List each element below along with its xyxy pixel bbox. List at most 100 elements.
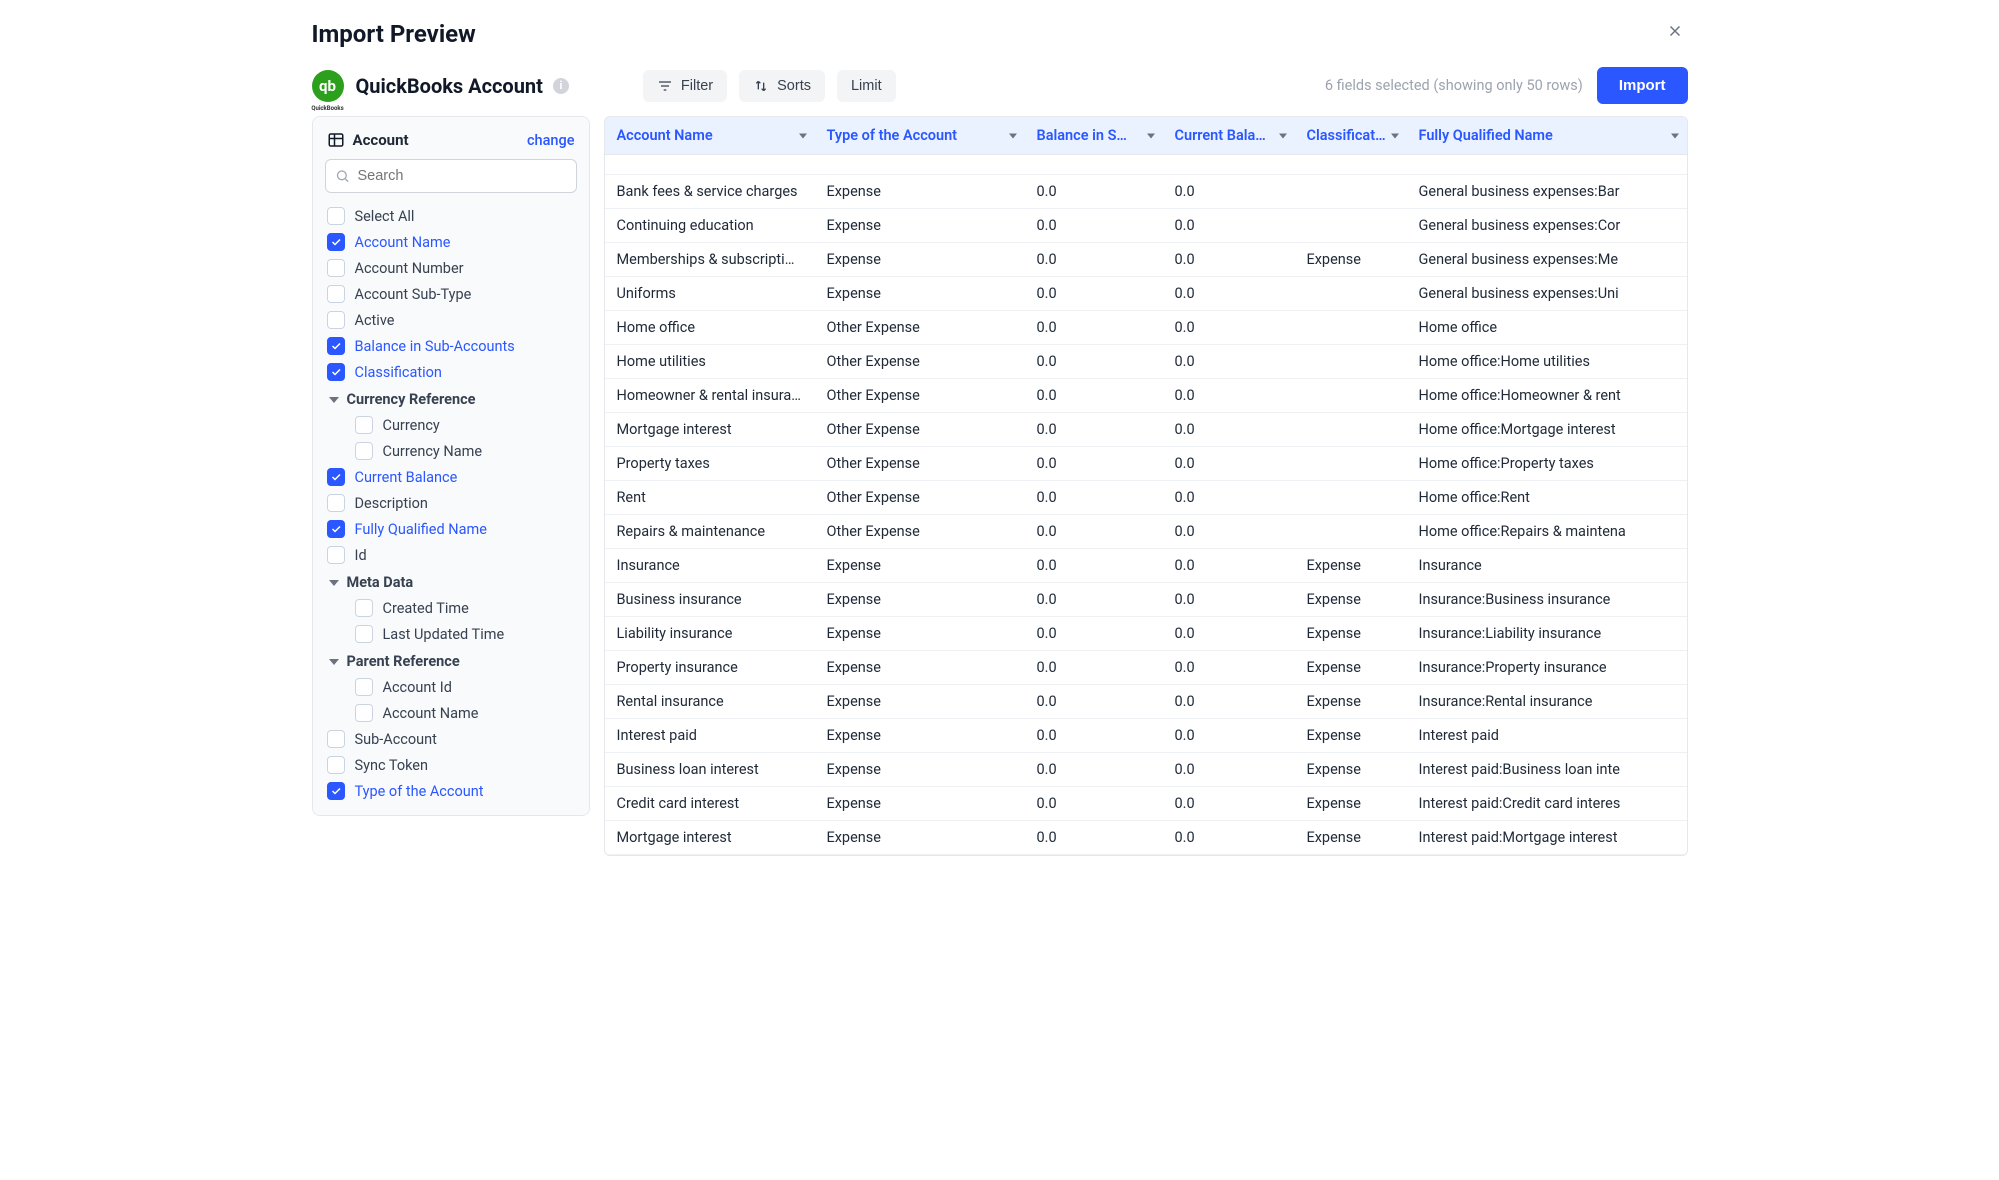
field-checkbox-item[interactable]: Currency bbox=[325, 412, 577, 438]
table-row[interactable]: Business loan interestExpense0.00.0Expen… bbox=[605, 753, 1687, 787]
import-button[interactable]: Import bbox=[1597, 67, 1688, 104]
cell-account-name: Insurance bbox=[605, 549, 815, 583]
field-checkbox-item[interactable]: Account Name bbox=[325, 229, 577, 255]
table-row[interactable]: Mortgage interestExpense0.00.0ExpenseInt… bbox=[605, 821, 1687, 855]
table-row[interactable]: Home officeOther Expense0.00.0Home offic… bbox=[605, 311, 1687, 345]
column-header[interactable]: Fully Qualified Name bbox=[1407, 117, 1687, 155]
table-row[interactable]: Interest paidExpense0.00.0ExpenseInteres… bbox=[605, 719, 1687, 753]
column-header[interactable]: Account Name bbox=[605, 117, 815, 155]
field-checkbox-item[interactable]: Last Updated Time bbox=[325, 621, 577, 647]
cell-account-name: Home office bbox=[605, 311, 815, 345]
filter-icon bbox=[657, 78, 673, 94]
cell-fqn: Insurance:Rental insurance bbox=[1407, 685, 1687, 719]
cell-current-balance: 0.0 bbox=[1163, 719, 1295, 753]
cell-fqn: General business expenses:Uni bbox=[1407, 277, 1687, 311]
field-group-header[interactable]: Parent Reference bbox=[325, 647, 577, 674]
table-row[interactable]: Repairs & maintenanceOther Expense0.00.0… bbox=[605, 515, 1687, 549]
cell-fqn: Home office:Repairs & maintena bbox=[1407, 515, 1687, 549]
table-row[interactable]: RentOther Expense0.00.0Home office:Rent bbox=[605, 481, 1687, 515]
cell-type: Other Expense bbox=[815, 515, 1025, 549]
field-checkbox-item[interactable]: Select All bbox=[325, 203, 577, 229]
field-checkbox-item[interactable]: Current Balance bbox=[325, 464, 577, 490]
table-row[interactable]: Mortgage interestOther Expense0.00.0Home… bbox=[605, 413, 1687, 447]
field-checkbox-item[interactable]: Active bbox=[325, 307, 577, 333]
table-row[interactable]: Liability insuranceExpense0.00.0ExpenseI… bbox=[605, 617, 1687, 651]
table-row[interactable]: Business insuranceExpense0.00.0ExpenseIn… bbox=[605, 583, 1687, 617]
field-checkbox-item[interactable]: Created Time bbox=[325, 595, 577, 621]
field-checkbox-item[interactable]: Account Id bbox=[325, 674, 577, 700]
sorts-button[interactable]: Sorts bbox=[739, 70, 825, 102]
field-group-header[interactable]: Meta Data bbox=[325, 568, 577, 595]
cell-classification: Expense bbox=[1295, 617, 1407, 651]
cell-balance-sub: 0.0 bbox=[1025, 549, 1163, 583]
info-icon[interactable]: i bbox=[553, 78, 569, 94]
filter-button[interactable]: Filter bbox=[643, 70, 727, 102]
cell-classification: Expense bbox=[1295, 821, 1407, 855]
cell-type: Expense bbox=[815, 277, 1025, 311]
cell-fqn: Insurance:Property insurance bbox=[1407, 651, 1687, 685]
cell-fqn: General business expenses:Me bbox=[1407, 243, 1687, 277]
cell-type: Expense bbox=[815, 549, 1025, 583]
field-group-header[interactable]: Currency Reference bbox=[325, 385, 577, 412]
field-checkbox-item[interactable]: Account Sub-Type bbox=[325, 281, 577, 307]
field-checkbox-item[interactable]: Account Name bbox=[325, 700, 577, 726]
field-checkbox-item[interactable]: Sync Token bbox=[325, 752, 577, 778]
cell-balance-sub: 0.0 bbox=[1025, 787, 1163, 821]
field-checkbox-item[interactable]: Type of the Account bbox=[325, 778, 577, 804]
cell-balance-sub: 0.0 bbox=[1025, 175, 1163, 209]
limit-button[interactable]: Limit bbox=[837, 70, 896, 102]
cell-classification bbox=[1295, 345, 1407, 379]
close-button[interactable] bbox=[1662, 18, 1688, 49]
column-header[interactable]: Classificat… bbox=[1295, 117, 1407, 155]
chevron-down-icon bbox=[329, 580, 339, 586]
close-icon bbox=[1666, 22, 1684, 40]
chevron-down-icon bbox=[1147, 133, 1155, 138]
cell-account-name: Business loan interest bbox=[605, 753, 815, 787]
cell-account-name: Credit card interest bbox=[605, 787, 815, 821]
cell-account-name: Memberships & subscriptions bbox=[605, 243, 815, 277]
field-checkbox-item[interactable]: Sub-Account bbox=[325, 726, 577, 752]
cell-account-name: Uniforms bbox=[605, 277, 815, 311]
column-header[interactable]: Balance in S… bbox=[1025, 117, 1163, 155]
table-row[interactable]: Bank fees & service chargesExpense0.00.0… bbox=[605, 175, 1687, 209]
field-checkbox-item[interactable]: Currency Name bbox=[325, 438, 577, 464]
field-label: Sync Token bbox=[355, 757, 429, 774]
table-row[interactable]: InsuranceExpense0.00.0ExpenseInsurance bbox=[605, 549, 1687, 583]
checkbox-icon bbox=[327, 520, 345, 538]
cell-balance-sub: 0.0 bbox=[1025, 481, 1163, 515]
cell-fqn: General business expenses:Cor bbox=[1407, 209, 1687, 243]
table-row[interactable]: Homeowner & rental insuranceOther Expens… bbox=[605, 379, 1687, 413]
field-checkbox-item[interactable]: Fully Qualified Name bbox=[325, 516, 577, 542]
fields-search-input[interactable] bbox=[325, 159, 577, 193]
change-table-link[interactable]: change bbox=[527, 132, 575, 149]
chevron-down-icon bbox=[329, 397, 339, 403]
checkbox-icon bbox=[327, 468, 345, 486]
cell-current-balance: 0.0 bbox=[1163, 787, 1295, 821]
table-row[interactable]: Home utilitiesOther Expense0.00.0Home of… bbox=[605, 345, 1687, 379]
cell-account-name: Liability insurance bbox=[605, 617, 815, 651]
field-checkbox-item[interactable]: Description bbox=[325, 490, 577, 516]
cell-type: Expense bbox=[815, 753, 1025, 787]
checkbox-icon bbox=[355, 678, 373, 696]
table-row[interactable]: Credit card interestExpense0.00.0Expense… bbox=[605, 787, 1687, 821]
table-row[interactable]: Memberships & subscriptionsExpense0.00.0… bbox=[605, 243, 1687, 277]
field-checkbox-item[interactable]: Classification bbox=[325, 359, 577, 385]
table-row[interactable]: Rental insuranceExpense0.00.0ExpenseInsu… bbox=[605, 685, 1687, 719]
field-label: Sub-Account bbox=[355, 731, 437, 748]
field-checkbox-item[interactable]: Id bbox=[325, 542, 577, 568]
column-header[interactable]: Type of the Account bbox=[815, 117, 1025, 155]
column-header[interactable]: Current Bala… bbox=[1163, 117, 1295, 155]
table-row[interactable]: Continuing educationExpense0.00.0General… bbox=[605, 209, 1687, 243]
table-row[interactable]: Property insuranceExpense0.00.0ExpenseIn… bbox=[605, 651, 1687, 685]
fields-selected-note: 6 fields selected (showing only 50 rows) bbox=[1325, 77, 1583, 94]
field-label: Currency Name bbox=[383, 443, 483, 460]
field-checkbox-item[interactable]: Account Number bbox=[325, 255, 577, 281]
chevron-down-icon bbox=[1279, 133, 1287, 138]
table-row[interactable]: Property taxesOther Expense0.00.0Home of… bbox=[605, 447, 1687, 481]
field-label: Description bbox=[355, 495, 428, 512]
checkbox-icon bbox=[327, 363, 345, 381]
checkbox-icon bbox=[355, 599, 373, 617]
cell-classification: Expense bbox=[1295, 583, 1407, 617]
field-checkbox-item[interactable]: Balance in Sub-Accounts bbox=[325, 333, 577, 359]
table-row[interactable]: UniformsExpense0.00.0General business ex… bbox=[605, 277, 1687, 311]
